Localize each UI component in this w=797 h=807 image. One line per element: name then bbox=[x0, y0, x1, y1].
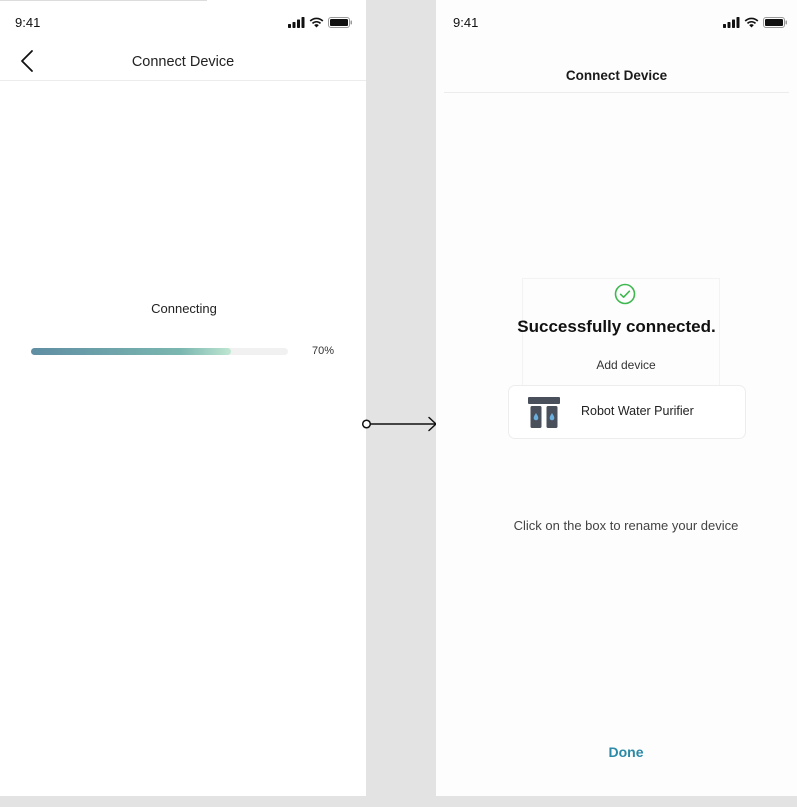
nav-bar: Connect Device bbox=[0, 44, 366, 81]
water-purifier-icon bbox=[528, 397, 560, 428]
device-card[interactable]: Robot Water Purifier bbox=[508, 385, 746, 439]
rename-hint: Click on the box to rename your device bbox=[513, 518, 739, 533]
status-time: 9:41 bbox=[15, 15, 41, 30]
success-title: Successfully connected. bbox=[517, 317, 716, 336]
status-time: 9:41 bbox=[453, 15, 479, 30]
status-icons bbox=[723, 17, 787, 28]
arrow-right-icon bbox=[361, 416, 437, 432]
progress-bar bbox=[31, 348, 288, 355]
page-title: Connect Device bbox=[565, 68, 668, 83]
done-button[interactable]: Done bbox=[436, 744, 797, 760]
battery-icon bbox=[328, 17, 352, 28]
battery-icon bbox=[763, 17, 787, 28]
page-title: Connect Device bbox=[131, 54, 235, 70]
check-circle-icon bbox=[614, 283, 636, 305]
connecting-screen: 9:41 Connect Device Connecting 70% bbox=[0, 0, 366, 796]
connecting-label: Connecting bbox=[151, 301, 217, 316]
nav-bar: Connect Device bbox=[444, 56, 789, 93]
signal-icon bbox=[288, 17, 305, 28]
wifi-icon bbox=[309, 17, 324, 28]
progress-fill bbox=[31, 348, 232, 355]
wifi-icon bbox=[744, 17, 759, 28]
add-device-label: Add device bbox=[596, 358, 656, 372]
status-bar: 9:41 bbox=[436, 0, 797, 44]
status-bar: 9:41 bbox=[0, 0, 366, 44]
status-icons bbox=[288, 17, 352, 28]
progress-percentage: 70% bbox=[312, 345, 335, 357]
device-name: Robot Water Purifier bbox=[581, 404, 694, 418]
signal-icon bbox=[723, 17, 740, 28]
